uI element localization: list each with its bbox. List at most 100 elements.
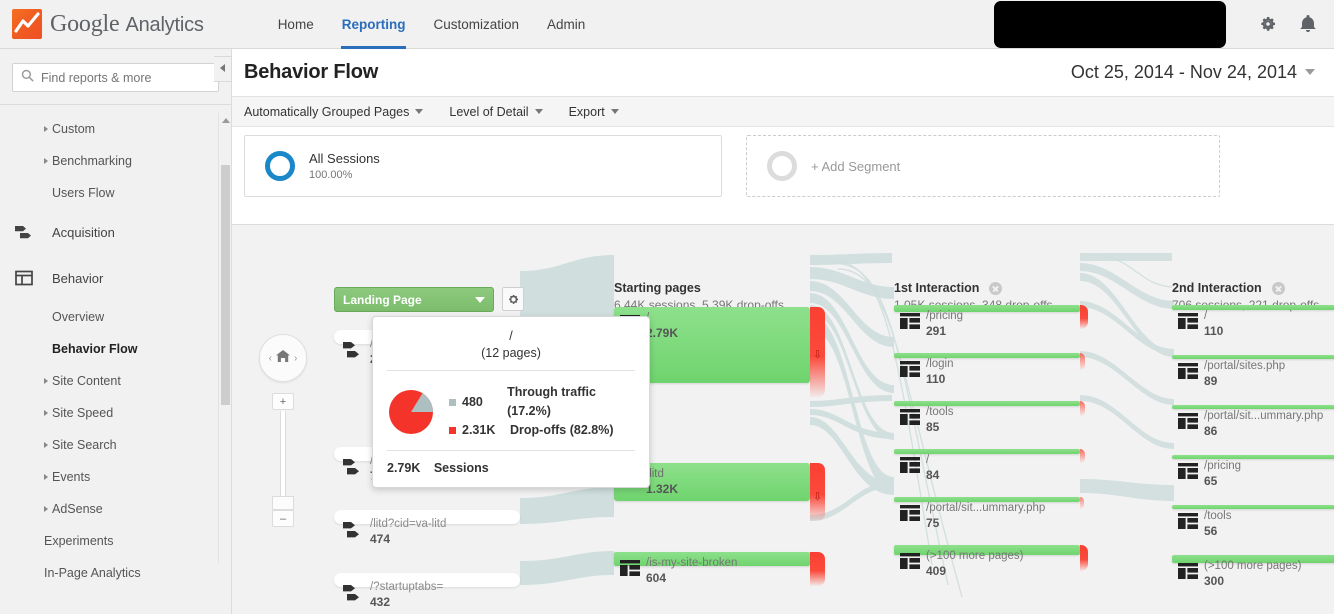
sidebar-collapse-button[interactable] [214,56,232,82]
drop-off-bar[interactable] [1080,497,1084,509]
node-tooltip: / (12 pages) 480 Through traffic (17.2%) [372,316,650,488]
tooltip-subtitle: (12 pages) [481,346,541,360]
tooltip-dropoff-value: 2.31K [462,423,496,437]
page-icon [1178,463,1198,479]
chevron-right-icon[interactable]: › [294,353,297,364]
sidebar-item-overview[interactable]: Overview [0,301,231,333]
sidebar-item-custom[interactable]: Custom [0,113,231,145]
search-input[interactable] [41,70,210,85]
landing-page-arrows-icon [342,339,366,361]
add-segment-button[interactable]: + Add Segment [746,135,1220,197]
sidebar-item-site-content[interactable]: Site Content [0,365,231,397]
landing-page-arrows-icon [342,456,366,478]
dimension-selector-label: Landing Page [343,292,422,307]
chevron-right-icon [44,442,48,448]
tooltip-total-label: Sessions [433,461,489,475]
level-of-detail-label: Level of Detail [449,104,529,119]
settings-gear-icon[interactable] [1254,10,1282,38]
node-volume-bar [894,305,1080,312]
drop-off-bar[interactable]: ⇩ [810,307,825,397]
tooltip-body: 480 Through traffic (17.2%) 2.31K Drop-o… [373,371,649,450]
sidebar-item-experiments[interactable]: Experiments [0,525,231,557]
nav-customization[interactable]: Customization [419,0,533,49]
zoom-slider-thumb[interactable] [272,496,294,510]
segments-bar: All Sessions 100.00% + Add Segment [232,127,1334,205]
page-icon [900,409,920,425]
level-of-detail-dropdown[interactable]: Level of Detail [449,104,543,119]
top-navigation: Home Reporting Customization Admin [264,0,600,49]
zoom-out-button[interactable]: – [272,510,294,527]
grouping-dropdown[interactable]: Automatically Grouped Pages [244,105,424,119]
dimension-selector[interactable]: Landing Page [334,287,494,312]
node-label: /pricing [1204,460,1242,472]
tooltip-footer: 2.79K Sessions [373,451,649,487]
nav-reporting[interactable]: Reporting [328,0,420,49]
notifications-bell-icon[interactable] [1294,10,1322,38]
node-label: (>100 more pages) [1204,560,1302,572]
node-value: 86 [1204,424,1218,438]
page-icon [1178,313,1198,329]
node-volume-bar [1172,355,1334,359]
sidebar-item-label: Behavior [52,270,104,286]
account-selector-masked[interactable] [994,0,1226,48]
chevron-down-icon [610,109,619,114]
close-column-icon[interactable] [1271,281,1285,295]
sidebar-item-label: Overview [52,310,105,324]
sidebar-item-in-page-analytics[interactable]: In-Page Analytics [0,557,231,589]
export-dropdown[interactable]: Export [569,105,619,119]
drop-off-bar[interactable]: ⇩ [810,463,825,521]
node-label: /portal/sites.php [1204,360,1286,372]
sidebar-item-events[interactable]: Events [0,461,231,493]
landing-page-value: 432 [370,595,391,609]
chevron-left-icon[interactable]: ‹ [269,353,272,364]
home-icon[interactable] [275,349,291,368]
node-label: /tools [926,406,954,418]
sidebar-item-behavior[interactable]: Behavior [0,255,231,301]
close-column-icon[interactable] [989,281,1003,295]
sidebar-item-site-search[interactable]: Site Search [0,429,231,461]
node-value: 85 [926,420,940,434]
zoom-slider[interactable]: + – [272,393,294,531]
sidebar-item-site-speed[interactable]: Site Speed [0,397,231,429]
sidebar-item-acquisition[interactable]: Acquisition [0,209,231,255]
sidebar-item-adsense[interactable]: AdSense [0,493,231,525]
behavior-flow-canvas[interactable]: Landing Page Starting pages 6.44K sessio… [232,224,1334,614]
drop-off-bar[interactable] [1080,305,1088,329]
sidebar-item-users-flow[interactable]: Users Flow [0,177,231,209]
drop-off-bar[interactable] [1080,449,1085,463]
drop-off-bar[interactable] [1080,401,1085,416]
node-volume-bar [894,401,1080,406]
chevron-down-icon [1305,69,1315,75]
sidebar-item-label: In-Page Analytics [44,566,141,580]
page-icon [1178,563,1198,579]
analytics-logo-icon [12,9,42,39]
sidebar-search-wrap [0,49,231,104]
sidebar-item-label: AdSense [52,502,103,516]
tooltip-legend: 480 Through traffic (17.2%) 2.31K Drop-o… [449,383,635,440]
drop-off-bar[interactable] [1080,353,1085,370]
sidebar-item-benchmarking[interactable]: Benchmarking [0,145,231,177]
segment-name: All Sessions [309,151,380,166]
sidebar-item-behavior-flow[interactable]: Behavior Flow [0,333,231,365]
tooltip-pie-chart [389,389,433,434]
landing-page-arrows-icon [342,582,366,604]
top-bar-right [994,0,1334,48]
node-volume-bar [1172,455,1334,459]
nav-admin[interactable]: Admin [533,0,599,49]
node-label: /tools [1204,510,1232,522]
page-title: Behavior Flow [244,61,379,83]
date-range-picker[interactable]: Oct 25, 2014 - Nov 24, 2014 [1059,57,1322,87]
google-analytics-logo[interactable]: Google Analytics [12,9,204,39]
column-title: 1st Interaction [894,281,980,295]
flow-home-control[interactable]: ‹ › [259,334,307,382]
search-box[interactable] [12,63,219,92]
segment-all-sessions[interactable]: All Sessions 100.00% [244,135,722,197]
date-range-label: Oct 25, 2014 - Nov 24, 2014 [1070,61,1297,82]
drop-off-bar[interactable] [810,552,825,586]
node-label: /login [926,358,954,370]
tooltip-through-label: Through traffic (17.2%) [507,385,596,418]
drop-off-bar[interactable] [1080,545,1088,571]
zoom-in-button[interactable]: + [272,393,294,410]
flow-settings-gear-icon[interactable] [502,287,524,311]
nav-home[interactable]: Home [264,0,328,49]
